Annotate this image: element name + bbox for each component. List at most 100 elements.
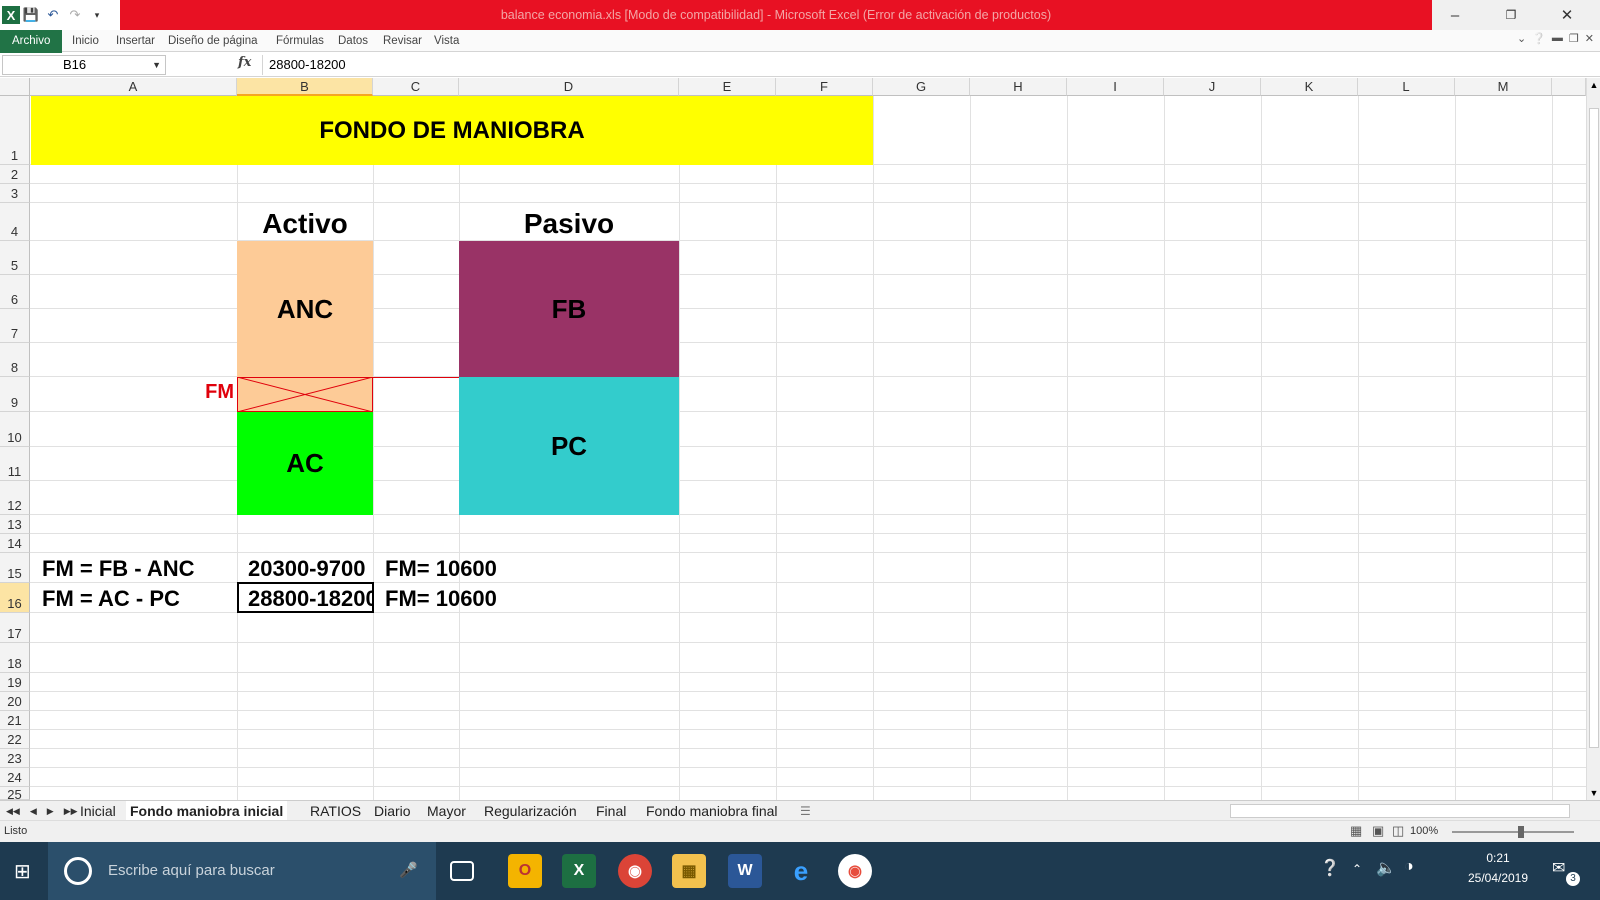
insert-sheet-icon[interactable]: ☰ xyxy=(800,801,811,821)
row-header-8[interactable]: 8 xyxy=(0,343,30,377)
taskbar-search[interactable]: Escribe aquí para buscar 🎤 xyxy=(48,842,436,900)
row-header-23[interactable]: 23 xyxy=(0,749,30,768)
row-header-14[interactable]: 14 xyxy=(0,534,30,553)
first-sheet-icon[interactable]: ◀◀ xyxy=(6,801,20,821)
row-header-12[interactable]: 12 xyxy=(0,481,30,515)
row-header-21[interactable]: 21 xyxy=(0,711,30,730)
tab-formulas[interactable]: Fórmulas xyxy=(276,30,324,52)
column-header-h[interactable]: H xyxy=(970,78,1067,96)
scroll-up-icon[interactable]: ▲ xyxy=(1587,78,1600,92)
windows-start-icon[interactable]: ⊞ xyxy=(14,859,31,884)
word-icon[interactable]: W xyxy=(728,854,762,888)
anc-block[interactable]: ANC xyxy=(237,241,373,377)
sheet-tab-regularizacion[interactable]: Regularización xyxy=(484,801,577,821)
row-header-11[interactable]: 11 xyxy=(0,447,30,481)
cell-a15[interactable]: FM = FB - ANC xyxy=(42,556,237,582)
undo-icon[interactable]: ↶ xyxy=(42,4,64,26)
row-header-3[interactable]: 3 xyxy=(0,184,30,203)
help-tray-icon[interactable]: ❔ xyxy=(1320,858,1340,878)
name-box[interactable]: B16 ▼ xyxy=(2,55,166,75)
ac-block[interactable]: AC xyxy=(237,412,373,515)
notifications-icon[interactable]: ✉ xyxy=(1552,858,1565,878)
worksheet-grid[interactable]: A B C D E F G H I J K L M 1 2 3 4 5 6 7 … xyxy=(0,78,1586,800)
wifi-icon[interactable]: ◑ xyxy=(1404,858,1414,876)
tab-inicio[interactable]: Inicio xyxy=(72,30,99,52)
tab-archivo[interactable]: Archivo xyxy=(0,30,63,54)
tab-datos[interactable]: Datos xyxy=(338,30,368,52)
restore-icon[interactable]: ❐ xyxy=(1488,0,1534,30)
excel-logo-icon[interactable]: X xyxy=(2,6,20,24)
fm-crossed-cell[interactable] xyxy=(237,377,373,412)
row-header-25[interactable]: 25 xyxy=(0,787,30,800)
column-header-f[interactable]: F xyxy=(776,78,873,96)
pc-block[interactable]: PC xyxy=(459,377,679,515)
column-header-k[interactable]: K xyxy=(1261,78,1358,96)
cell-a16[interactable]: FM = AC - PC xyxy=(42,586,237,612)
customize-qat-icon[interactable]: ▾ xyxy=(86,4,108,26)
workbook-restore-icon[interactable]: ❐ xyxy=(1569,32,1579,45)
column-header-m[interactable]: M xyxy=(1455,78,1552,96)
close-icon[interactable]: ✕ xyxy=(1544,0,1590,30)
column-header-j[interactable]: J xyxy=(1164,78,1261,96)
column-header-c[interactable]: C xyxy=(373,78,459,96)
page-layout-view-icon[interactable]: ▣ xyxy=(1372,823,1384,839)
row-header-9[interactable]: 9 xyxy=(0,377,30,412)
formula-input[interactable]: 28800-18200 xyxy=(262,55,1580,75)
tab-diseno-pagina[interactable]: Diseño de página xyxy=(168,30,258,52)
tab-insertar[interactable]: Insertar xyxy=(116,30,155,52)
sheet-tab-inicial[interactable]: Inicial xyxy=(80,801,116,821)
next-sheet-icon[interactable]: ▶ xyxy=(47,801,54,821)
column-header-i[interactable]: I xyxy=(1067,78,1164,96)
cell-b16[interactable]: 28800-18200 xyxy=(248,586,372,612)
title-banner[interactable]: FONDO DE MANIOBRA xyxy=(31,96,873,165)
sheet-tab-fondo-maniobra-final[interactable]: Fondo maniobra final xyxy=(646,801,778,821)
vertical-scroll-thumb[interactable] xyxy=(1589,108,1599,748)
sheet-tab-ratios[interactable]: RATIOS xyxy=(310,801,361,821)
row-header-7[interactable]: 7 xyxy=(0,309,30,343)
page-break-view-icon[interactable]: ◫ xyxy=(1392,823,1404,839)
vertical-scrollbar[interactable]: ▲ ▼ xyxy=(1586,78,1600,800)
column-header-a[interactable]: A xyxy=(30,78,237,96)
zoom-slider[interactable] xyxy=(1452,831,1574,833)
show-hidden-icons-icon[interactable]: ⌃ xyxy=(1352,862,1362,876)
file-explorer-icon[interactable]: ▦ xyxy=(672,854,706,888)
column-header-l[interactable]: L xyxy=(1358,78,1455,96)
sheet-tab-mayor[interactable]: Mayor xyxy=(427,801,466,821)
select-all-corner[interactable] xyxy=(0,78,30,96)
last-sheet-icon[interactable]: ▶▶ xyxy=(64,801,78,821)
row-header-22[interactable]: 22 xyxy=(0,730,30,749)
workbook-close-icon[interactable]: ✕ xyxy=(1585,32,1594,45)
insert-function-icon[interactable]: fx xyxy=(238,55,251,70)
row-header-18[interactable]: 18 xyxy=(0,643,30,673)
row-header-17[interactable]: 17 xyxy=(0,613,30,643)
row-header-4[interactable]: 4 xyxy=(0,203,30,241)
cell-c15[interactable]: FM= 10600 xyxy=(385,556,585,582)
scroll-down-icon[interactable]: ▼ xyxy=(1587,786,1600,800)
fb-block[interactable]: FB xyxy=(459,241,679,377)
row-header-15[interactable]: 15 xyxy=(0,553,30,583)
minimize-ribbon-icon[interactable]: ⌄ xyxy=(1517,32,1526,45)
cortana-icon[interactable] xyxy=(64,857,92,885)
help-icon[interactable]: ❔ xyxy=(1532,32,1546,45)
row-header-5[interactable]: 5 xyxy=(0,241,30,275)
tab-vista[interactable]: Vista xyxy=(434,30,459,52)
outlook-icon[interactable]: O xyxy=(508,854,542,888)
row-header-13[interactable]: 13 xyxy=(0,515,30,534)
row-header-10[interactable]: 10 xyxy=(0,412,30,447)
chrome-icon[interactable]: ◉ xyxy=(618,854,652,888)
cell-b15[interactable]: 20300-9700 xyxy=(248,556,373,582)
row-header-24[interactable]: 24 xyxy=(0,768,30,787)
prev-sheet-icon[interactable]: ◀ xyxy=(30,801,37,821)
sheet-tab-final[interactable]: Final xyxy=(596,801,626,821)
row-header-1[interactable]: 1 xyxy=(0,96,30,165)
sheet-tab-diario[interactable]: Diario xyxy=(374,801,411,821)
excel-taskbar-icon[interactable]: X xyxy=(562,854,596,888)
row-header-20[interactable]: 20 xyxy=(0,692,30,711)
microphone-icon[interactable]: 🎤 xyxy=(399,842,418,900)
workbook-minimize-icon[interactable]: ▬ xyxy=(1552,32,1563,45)
column-header-d[interactable]: D xyxy=(459,78,679,96)
save-icon[interactable]: 💾 xyxy=(20,4,42,26)
row-header-19[interactable]: 19 xyxy=(0,673,30,692)
horizontal-scrollbar[interactable] xyxy=(1230,804,1570,818)
column-header-g[interactable]: G xyxy=(873,78,970,96)
